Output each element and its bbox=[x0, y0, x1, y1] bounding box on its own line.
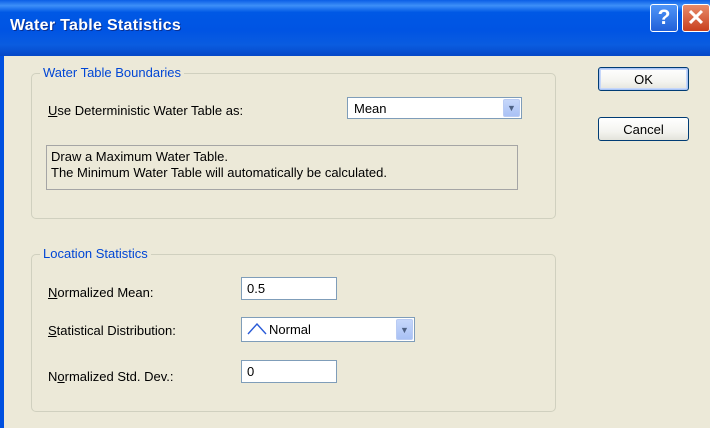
ok-button[interactable]: OK bbox=[598, 67, 689, 91]
deterministic-table-value: Mean bbox=[354, 101, 387, 116]
close-icon[interactable]: ✕ bbox=[682, 4, 710, 32]
location-group: Location Statistics Normalized Mean: 0.5… bbox=[31, 246, 556, 412]
normalized-mean-input[interactable]: 0.5 bbox=[241, 277, 337, 300]
chevron-down-icon[interactable]: ▼ bbox=[503, 99, 520, 117]
title-bar[interactable]: Water Table Statistics ? ✕ bbox=[0, 0, 710, 56]
use-deterministic-label: Use Deterministic Water Table as: bbox=[48, 103, 244, 118]
statistical-distribution-label: Statistical Distribution: bbox=[48, 323, 176, 338]
deterministic-table-select[interactable]: Mean ▼ bbox=[347, 97, 522, 119]
distribution-value: Normal bbox=[269, 322, 311, 337]
location-legend: Location Statistics bbox=[40, 246, 151, 261]
distribution-select[interactable]: Normal ▼ bbox=[241, 317, 415, 342]
normalized-mean-label: Normalized Mean: bbox=[48, 285, 154, 300]
normalized-std-dev-label: Normalized Std. Dev.: bbox=[48, 369, 174, 384]
info-line-1: Draw a Maximum Water Table. bbox=[51, 149, 228, 164]
info-message-box: Draw a Maximum Water Table. The Minimum … bbox=[46, 145, 518, 190]
window-title: Water Table Statistics bbox=[10, 17, 182, 34]
normalized-std-dev-input[interactable]: 0 bbox=[241, 360, 337, 383]
help-icon[interactable]: ? bbox=[650, 4, 678, 32]
normal-curve-icon bbox=[247, 322, 267, 338]
info-line-2: The Minimum Water Table will automatical… bbox=[51, 165, 387, 180]
boundaries-group: Water Table Boundaries Use Deterministic… bbox=[31, 65, 556, 219]
chevron-down-icon[interactable]: ▼ bbox=[396, 319, 413, 340]
window-frame-left bbox=[0, 56, 4, 428]
boundaries-legend: Water Table Boundaries bbox=[40, 65, 185, 80]
dialog-window: Water Table Statistics ? ✕ Water Table B… bbox=[0, 0, 710, 428]
cancel-button[interactable]: Cancel bbox=[598, 117, 689, 141]
